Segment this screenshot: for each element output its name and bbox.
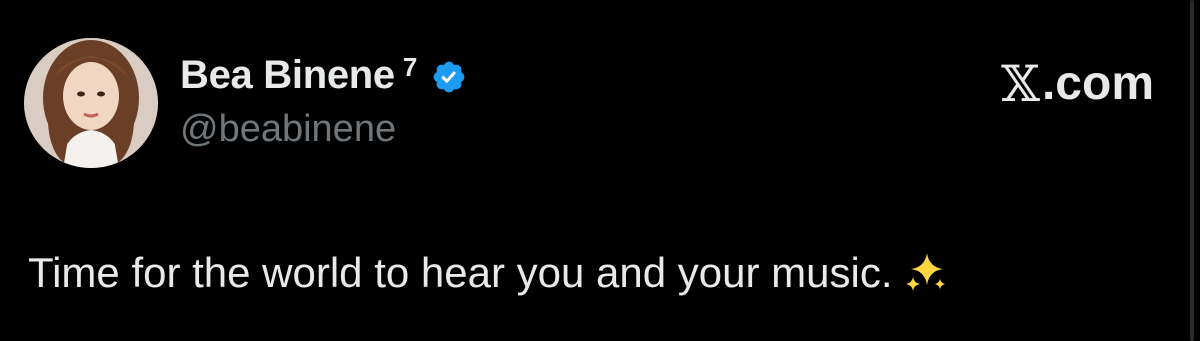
tweet-text-content: Time for the world to hear you and your … [28, 249, 893, 296]
sparkles-icon [905, 253, 945, 291]
scrollbar-thumb[interactable] [1190, 0, 1194, 341]
tweet-text: Time for the world to hear you and your … [28, 246, 949, 300]
name-superscript: 7 [402, 52, 418, 82]
avatar-image [24, 38, 158, 168]
tweet-card: Bea Binene 7 @beabinene 𝕏 .com Time for … [0, 0, 1200, 341]
scrollbar[interactable] [1184, 0, 1200, 341]
display-name[interactable]: Bea Binene [180, 50, 395, 100]
x-logo-icon: 𝕏 [1001, 55, 1040, 113]
author-handle[interactable]: @beabinene [180, 106, 467, 152]
x-com-logo: 𝕏 .com [1001, 56, 1154, 112]
name-row: Bea Binene 7 [180, 50, 467, 100]
avatar[interactable] [24, 38, 158, 168]
brand-domain: .com [1041, 57, 1154, 110]
verified-badge-icon [433, 61, 465, 93]
author-block: Bea Binene 7 @beabinene [180, 50, 467, 152]
